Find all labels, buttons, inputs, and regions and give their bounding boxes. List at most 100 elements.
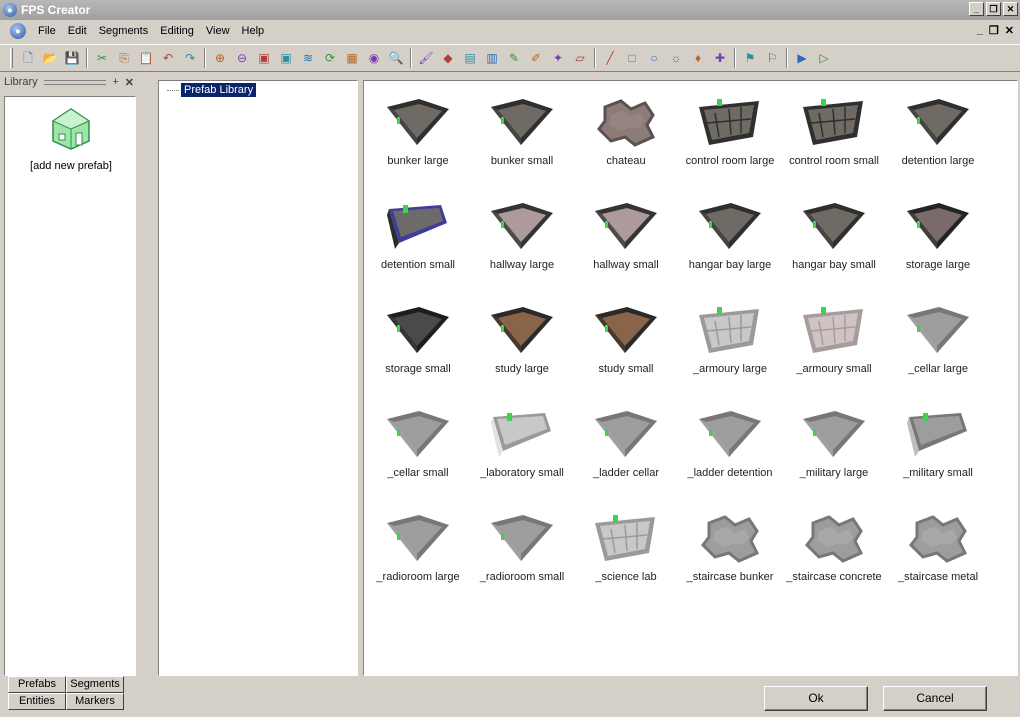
- prefab-item[interactable]: control room small: [782, 87, 886, 187]
- mdi-restore-button[interactable]: ❐: [989, 24, 999, 37]
- circle-icon[interactable]: ○: [644, 48, 664, 68]
- restore-button[interactable]: ❐: [986, 2, 1001, 16]
- prefab-item[interactable]: _armoury large: [678, 295, 782, 395]
- prefab-label: chateau: [606, 155, 646, 167]
- magnify-icon[interactable]: 🔍: [386, 48, 406, 68]
- brush-icon[interactable]: ✐: [526, 48, 546, 68]
- paint-icon[interactable]: 🖌: [416, 48, 436, 68]
- menu-edit[interactable]: Edit: [62, 25, 93, 37]
- cut-icon[interactable]: ✂: [92, 48, 112, 68]
- undo-icon[interactable]: ↶: [158, 48, 178, 68]
- add-new-prefab[interactable]: [add new prefab]: [19, 107, 123, 172]
- rect-icon[interactable]: □: [622, 48, 642, 68]
- prefab-item[interactable]: _staircase concrete: [782, 503, 886, 603]
- panel-grip[interactable]: [43, 79, 107, 85]
- prefab-label: _ladder cellar: [592, 467, 660, 479]
- menu-help[interactable]: Help: [236, 25, 271, 37]
- light-icon[interactable]: ☼: [666, 48, 686, 68]
- prefab-label: _staircase bunker: [686, 571, 774, 583]
- tab-markers[interactable]: Markers: [66, 693, 124, 710]
- test-game-icon[interactable]: ▶: [792, 48, 812, 68]
- layers-icon[interactable]: ≋: [298, 48, 318, 68]
- prefab-thumbnail: [574, 509, 678, 567]
- mdi-close-button[interactable]: ✕: [1005, 24, 1014, 37]
- prefab-thumbnail: [574, 301, 678, 359]
- tab-segments[interactable]: Segments: [66, 676, 124, 693]
- prefab-item[interactable]: detention small: [366, 191, 470, 291]
- picker-icon[interactable]: ✦: [548, 48, 568, 68]
- document-icon[interactable]: ●: [10, 23, 26, 39]
- entity-icon[interactable]: ♦: [688, 48, 708, 68]
- prefab-item[interactable]: hallway small: [574, 191, 678, 291]
- flag-icon[interactable]: ⚑: [740, 48, 760, 68]
- open-icon[interactable]: 📂: [40, 48, 60, 68]
- layer-up-icon[interactable]: ▣: [254, 48, 274, 68]
- segment-icon[interactable]: ▤: [460, 48, 480, 68]
- paste-icon[interactable]: 📋: [136, 48, 156, 68]
- prefab-item[interactable]: storage small: [366, 295, 470, 395]
- fill-icon[interactable]: ◆: [438, 48, 458, 68]
- zoom-out-icon[interactable]: ⊖: [232, 48, 252, 68]
- prefab-item[interactable]: _armoury small: [782, 295, 886, 395]
- prefab-item[interactable]: hallway large: [470, 191, 574, 291]
- minimize-button[interactable]: _: [969, 2, 984, 16]
- prefab-item[interactable]: hangar bay small: [782, 191, 886, 291]
- toolbar-grip[interactable]: [10, 48, 13, 68]
- new-icon[interactable]: 🗋: [18, 48, 38, 68]
- rotate-icon[interactable]: ⟳: [320, 48, 340, 68]
- ok-button[interactable]: Ok: [764, 686, 868, 711]
- menu-file[interactable]: File: [32, 25, 62, 37]
- close-button[interactable]: ✕: [1003, 2, 1018, 16]
- prefab-item[interactable]: study small: [574, 295, 678, 395]
- prefab-item[interactable]: bunker large: [366, 87, 470, 187]
- prefab-item[interactable]: chateau: [574, 87, 678, 187]
- prefab-label: control room small: [789, 155, 879, 167]
- prefab-label: study large: [495, 363, 549, 375]
- prefab-label: _laboratory small: [480, 467, 564, 479]
- line-icon[interactable]: ╱: [600, 48, 620, 68]
- tab-prefabs[interactable]: Prefabs: [8, 676, 66, 693]
- menu-view[interactable]: View: [200, 25, 236, 37]
- prefab-item[interactable]: _military small: [886, 399, 990, 499]
- copy-icon[interactable]: ⎘: [114, 48, 134, 68]
- tab-entities[interactable]: Entities: [8, 693, 66, 710]
- prefab-item[interactable]: _staircase metal: [886, 503, 990, 603]
- redo-icon[interactable]: ↷: [180, 48, 200, 68]
- map-icon[interactable]: ▦: [342, 48, 362, 68]
- save-icon[interactable]: 💾: [62, 48, 82, 68]
- prefab-item[interactable]: _radioroom small: [470, 503, 574, 603]
- mdi-minimize-button[interactable]: _: [977, 24, 983, 37]
- library-close-icon[interactable]: ✕: [125, 76, 134, 89]
- tree-connector: [167, 89, 179, 91]
- eraser-icon[interactable]: ▱: [570, 48, 590, 68]
- zoom-in-icon[interactable]: ⊕: [210, 48, 230, 68]
- layer-down-icon[interactable]: ▣: [276, 48, 296, 68]
- prefab-item[interactable]: _cellar large: [886, 295, 990, 395]
- tree-item-prefab-library[interactable]: Prefab Library: [167, 83, 257, 97]
- view-icon[interactable]: ◉: [364, 48, 384, 68]
- build-game-icon[interactable]: ▷: [814, 48, 834, 68]
- menu-editing[interactable]: Editing: [154, 25, 200, 37]
- prefab-item[interactable]: storage large: [886, 191, 990, 291]
- cancel-button[interactable]: Cancel: [883, 686, 987, 711]
- prefab-item[interactable]: _cellar small: [366, 399, 470, 499]
- prefab-item[interactable]: _science lab: [574, 503, 678, 603]
- prefab-item[interactable]: detention large: [886, 87, 990, 187]
- pin-icon[interactable]: +: [112, 76, 118, 88]
- prefab-item[interactable]: _ladder cellar: [574, 399, 678, 499]
- flag2-icon[interactable]: ⚐: [762, 48, 782, 68]
- menu-segments[interactable]: Segments: [93, 25, 155, 37]
- segment2-icon[interactable]: ▥: [482, 48, 502, 68]
- prefab-item[interactable]: _ladder detention: [678, 399, 782, 499]
- marker-icon[interactable]: ✚: [710, 48, 730, 68]
- prefab-item[interactable]: _radioroom large: [366, 503, 470, 603]
- prefab-item[interactable]: _military large: [782, 399, 886, 499]
- prefab-item[interactable]: study large: [470, 295, 574, 395]
- prefab-item[interactable]: _laboratory small: [470, 399, 574, 499]
- pencil-icon[interactable]: ✎: [504, 48, 524, 68]
- prefab-item[interactable]: hangar bay large: [678, 191, 782, 291]
- library-title: Library: [4, 76, 38, 88]
- prefab-item[interactable]: bunker small: [470, 87, 574, 187]
- prefab-item[interactable]: _staircase bunker: [678, 503, 782, 603]
- prefab-item[interactable]: control room large: [678, 87, 782, 187]
